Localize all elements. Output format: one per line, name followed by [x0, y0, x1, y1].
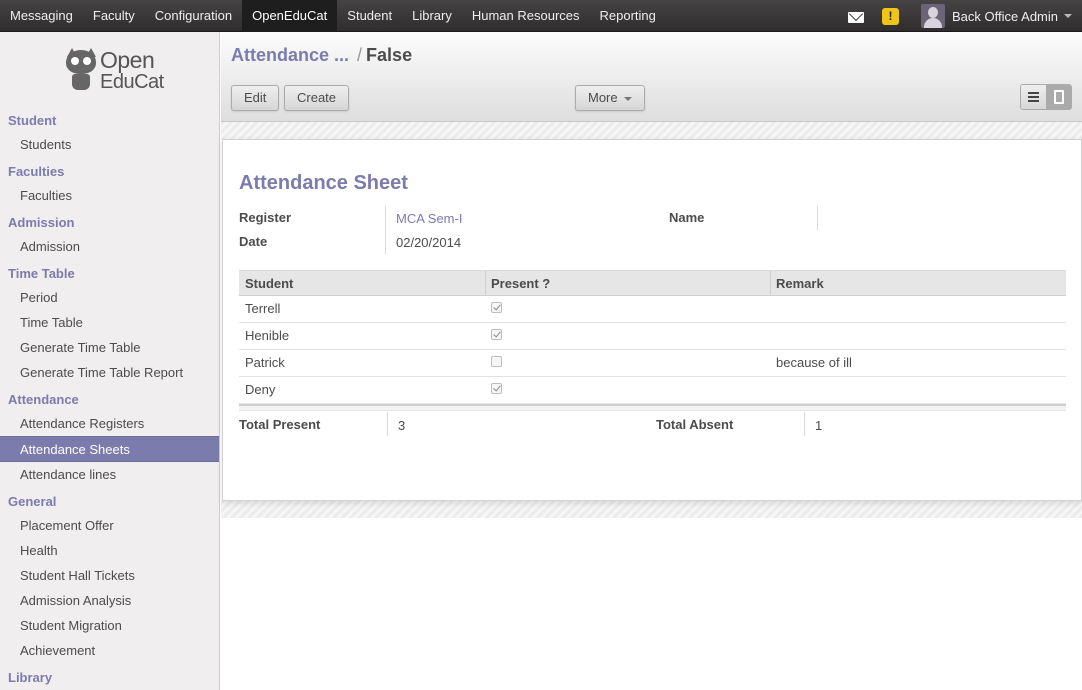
date-field[interactable]: 02/20/2014	[396, 235, 461, 250]
sidebar-section-admission: Admission	[8, 215, 75, 230]
field-divider	[817, 206, 818, 230]
sidebar-item-attendance-lines[interactable]: Attendance lines	[0, 462, 219, 487]
table-row[interactable]: Terrell	[239, 296, 1066, 323]
table-row[interactable]: Deny	[239, 377, 1066, 404]
sheet-background-top	[221, 122, 1082, 139]
present-checkbox[interactable]	[491, 302, 502, 313]
present-checkbox[interactable]	[491, 356, 502, 367]
student-cell: Henible	[245, 328, 290, 343]
sidebar-nav: Student Students Faculties Faculties Admissi…	[0, 106, 219, 690]
breadcrumb: Attendance ... / False	[231, 45, 412, 66]
more-button-label: More	[588, 90, 618, 105]
register-label: Register	[239, 210, 292, 225]
register-field[interactable]: MCA Sem-I	[396, 211, 462, 226]
sidebar-item-admission-analysis[interactable]: Admission Analysis	[0, 588, 219, 613]
date-label: Date	[239, 234, 268, 249]
sidebar-item-attendance-registers[interactable]: Attendance Registers	[0, 411, 219, 436]
openeducat-logo[interactable]: Open EduCat	[64, 46, 164, 96]
sidebar-section-attendance: Attendance	[8, 392, 79, 407]
remark-cell	[770, 377, 1066, 403]
sidebar-item-admission[interactable]: Admission	[0, 234, 219, 259]
table-header: Student Present ? Remark	[239, 270, 1066, 296]
field-divider	[804, 412, 805, 436]
total-absent-label: Total Absent	[656, 417, 734, 432]
sheet-background-bottom	[221, 501, 1082, 518]
sidebar-section-time-table: Time Table	[8, 266, 75, 281]
main-content: Attendance ... / False Edit Create More At…	[221, 32, 1082, 690]
top-menu-faculty[interactable]: Faculty	[83, 0, 145, 32]
column-header-present[interactable]: Present ?	[485, 271, 771, 296]
sidebar-item-attendance-sheets[interactable]: Attendance Sheets	[0, 436, 219, 462]
sidebar-item-achievement[interactable]: Achievement	[0, 638, 219, 663]
column-header-student[interactable]: Student	[239, 271, 486, 296]
sidebar-section-student: Student	[8, 113, 57, 128]
form-sheet: Attendance Sheet Register MCA Sem-I Name…	[222, 139, 1082, 501]
remark-cell	[770, 323, 1066, 349]
present-checkbox[interactable]	[491, 329, 502, 340]
remark-cell: because of ill	[776, 355, 852, 370]
sidebar: Open EduCat Student Students Faculties Facu…	[0, 32, 220, 690]
total-present-label: Total Present	[239, 417, 321, 432]
sidebar-item-time-table[interactable]: Time Table	[0, 310, 219, 335]
remark-cell	[770, 296, 1066, 322]
top-menu-openeducat[interactable]: OpenEduCat	[242, 0, 338, 32]
sidebar-section-library: Library	[8, 670, 53, 685]
sidebar-item-generate-time-table[interactable]: Generate Time Table	[0, 335, 219, 360]
sidebar-section-faculties: Faculties	[8, 164, 65, 179]
sidebar-item-generate-time-table-report[interactable]: Generate Time Table Report	[0, 360, 219, 385]
student-cell: Deny	[245, 382, 276, 397]
top-menu: Messaging Faculty Configuration OpenEduCat S…	[0, 0, 666, 32]
total-present-value: 3	[398, 418, 406, 433]
top-navbar: Messaging Faculty Configuration OpenEduCat S…	[0, 0, 1082, 32]
sidebar-item-period[interactable]: Period	[0, 285, 219, 310]
name-label: Name	[669, 210, 705, 225]
logo-text-line2: EduCat	[100, 71, 164, 93]
logo-text-line1: Open	[100, 47, 155, 73]
breadcrumb-current: False	[366, 45, 413, 65]
edit-button[interactable]: Edit	[231, 85, 280, 111]
top-menu-library[interactable]: Library	[402, 0, 462, 32]
top-menu-reporting[interactable]: Reporting	[590, 0, 666, 32]
top-menu-student[interactable]: Student	[337, 0, 402, 32]
create-button[interactable]: Create	[284, 85, 350, 111]
form-view-icon[interactable]	[1046, 85, 1071, 109]
view-switcher	[1020, 84, 1072, 110]
control-panel: Attendance ... / False Edit Create More	[221, 32, 1082, 122]
sidebar-item-students[interactable]: Students	[0, 132, 219, 157]
chevron-down-icon	[623, 96, 632, 101]
table-body: Terrell Henible Patrick because of ill Deny	[239, 296, 1066, 404]
cat-logo-icon	[64, 48, 98, 92]
top-right-tray: ! Back Office Admin	[848, 0, 1072, 32]
top-menu-messaging[interactable]: Messaging	[0, 0, 83, 32]
sidebar-item-student-migration[interactable]: Student Migration	[0, 613, 219, 638]
alert-icon[interactable]: !	[882, 7, 900, 25]
user-menu-name[interactable]: Back Office Admin	[952, 9, 1058, 24]
avatar[interactable]	[921, 4, 946, 28]
chevron-down-icon[interactable]	[1064, 14, 1072, 18]
mail-icon[interactable]	[848, 11, 865, 23]
more-button[interactable]: More	[575, 85, 645, 111]
field-divider	[387, 412, 388, 436]
student-cell: Terrell	[245, 301, 281, 316]
table-row[interactable]: Patrick because of ill	[239, 350, 1066, 377]
breadcrumb-parent[interactable]: Attendance ...	[231, 45, 349, 65]
sidebar-item-health[interactable]: Health	[0, 538, 219, 563]
field-divider	[385, 206, 386, 254]
student-cell: Patrick	[245, 355, 285, 370]
sidebar-item-placement-offer[interactable]: Placement Offer	[0, 513, 219, 538]
sidebar-item-student-hall-tickets[interactable]: Student Hall Tickets	[0, 563, 219, 588]
top-menu-human-resources[interactable]: Human Resources	[462, 0, 590, 32]
present-checkbox[interactable]	[491, 383, 502, 394]
attendance-lines-table: Student Present ? Remark Terrell Henible P…	[239, 270, 1066, 411]
total-absent-value: 1	[815, 418, 823, 433]
top-menu-configuration[interactable]: Configuration	[145, 0, 242, 32]
column-header-remark[interactable]: Remark	[770, 271, 1066, 296]
breadcrumb-separator: /	[357, 45, 363, 65]
sheet-title: Attendance Sheet	[239, 172, 408, 194]
sidebar-item-faculties[interactable]: Faculties	[0, 183, 219, 208]
table-footer	[239, 404, 1066, 411]
table-row[interactable]: Henible	[239, 323, 1066, 350]
list-view-icon[interactable]	[1021, 85, 1046, 109]
sidebar-section-general: General	[8, 494, 57, 509]
